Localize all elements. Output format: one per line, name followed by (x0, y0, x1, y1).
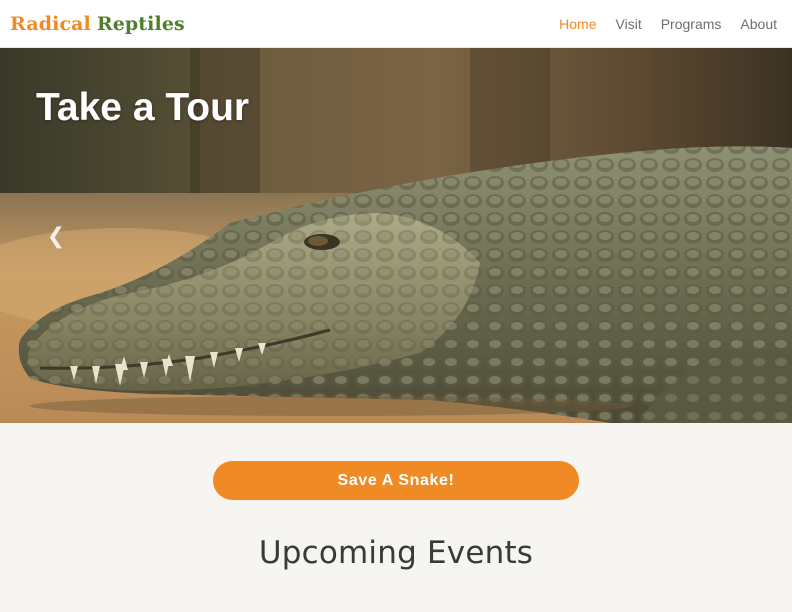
navbar: Radical Reptiles Home Visit Programs Abou… (0, 0, 792, 48)
brand-word-reptiles: Reptiles (96, 12, 185, 35)
carousel-prev-button[interactable]: ❮ (42, 220, 70, 252)
save-a-snake-button[interactable]: Save A Snake! (213, 461, 579, 500)
nav-link-home[interactable]: Home (559, 16, 596, 32)
brand-logo[interactable]: Radical Reptiles (10, 13, 185, 35)
hero-title: Take a Tour (36, 86, 250, 129)
nav-link-visit[interactable]: Visit (616, 16, 642, 32)
nav-link-programs[interactable]: Programs (661, 16, 722, 32)
nav-links: Home Visit Programs About (559, 16, 777, 32)
nav-link-about[interactable]: About (740, 16, 777, 32)
hero-carousel: Take a Tour ❮ (0, 48, 792, 423)
brand-word-radical: Radical (10, 12, 91, 35)
chevron-left-icon: ❮ (46, 223, 66, 249)
upcoming-events-heading: Upcoming Events (258, 535, 534, 571)
